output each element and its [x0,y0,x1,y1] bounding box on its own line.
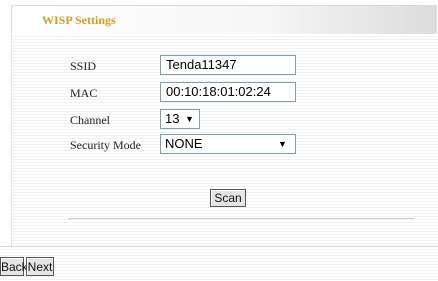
footer-bar: Back Next [0,247,438,281]
section-header: WISP Settings [11,5,437,35]
ssid-input[interactable]: Tenda11347 [160,55,296,75]
section-title: WISP Settings [42,13,116,27]
mac-label: MAC [70,86,98,100]
channel-label: Channel [70,113,110,127]
mac-input[interactable]: 00:10:18:01:02:24 [160,82,296,102]
security-mode-select[interactable]: NONE ▼ [160,134,296,154]
mac-value: 00:10:18:01:02:24 [166,84,271,99]
back-button[interactable]: Back [0,257,28,276]
channel-select[interactable]: 13 ▼ [160,109,200,129]
settings-panel: SSID Tenda11347 MAC 00:10:18:01:02:24 Ch… [11,34,438,246]
security-mode-label: Security Mode [70,138,141,152]
divider [68,218,414,219]
ssid-value: Tenda11347 [166,57,237,72]
security-mode-value: NONE [165,136,203,151]
ssid-label: SSID [70,59,97,73]
scan-button[interactable]: Scan [210,189,246,207]
chevron-down-icon: ▼ [185,114,194,124]
channel-value: 13 [165,111,180,126]
next-button[interactable]: Next [26,257,54,276]
chevron-down-icon: ▼ [278,139,287,149]
